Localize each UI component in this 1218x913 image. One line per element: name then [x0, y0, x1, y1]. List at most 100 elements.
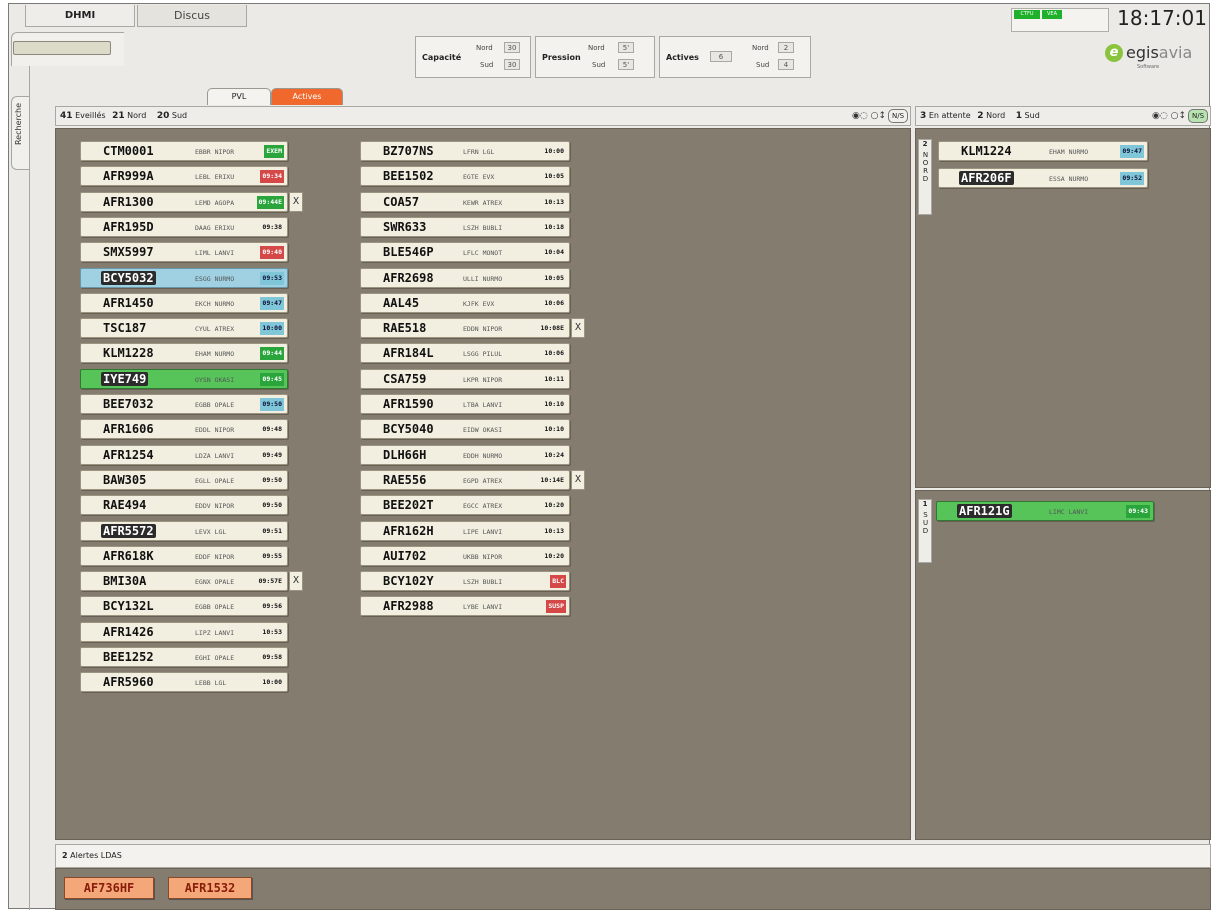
sort-icons[interactable]: ◉◌ ○↕ — [852, 107, 886, 125]
flight-strip[interactable]: TSC187 CYUL ATREX 10:00 — [80, 318, 288, 339]
flight-strip[interactable]: RAE556 EGPD ATREX 10:14E X — [360, 469, 585, 490]
flight-strip[interactable]: AFR1606 EDDL NIPOR 09:48 — [80, 419, 288, 440]
flight-strip[interactable]: SMX5997 LIML LANVI 09:40 — [80, 242, 288, 263]
ns-toggle-button[interactable]: N/S — [888, 109, 908, 123]
callsign: DLH66H — [383, 447, 427, 462]
flight-strip[interactable]: DLH66H EDDH NURMO 10:24 — [360, 444, 570, 465]
tab-actives[interactable]: Actives — [271, 88, 343, 105]
route-info: LTBA LANVI — [463, 401, 503, 409]
led-vea: VEA — [1042, 10, 1062, 19]
actives-nord-value: 2 — [778, 42, 794, 53]
waiting-header: 3 En attente 2 Nord 1 Sud ◉◌ ○↕ N/S — [915, 106, 1211, 126]
flight-strip[interactable]: BCY102Y LSZH BUBLI BLC — [360, 571, 570, 592]
flight-strip[interactable]: BLE546P LFLC MONOT 10:04 — [360, 242, 570, 263]
flight-strip[interactable]: AFR121G LIMC LANVI 09:43 — [936, 501, 1154, 521]
flight-strip[interactable]: AFR206F ESSA NURMO 09:52 — [938, 168, 1148, 188]
led-ctfu: CTFU — [1014, 10, 1040, 19]
flight-strip[interactable]: AFR1450 EKCH NURMO 09:47 — [80, 292, 288, 313]
flight-strip[interactable]: BZ707NS LFRN LGL 10:00 — [360, 141, 570, 161]
tab-discus[interactable]: Discus — [137, 5, 247, 27]
alert-strip[interactable]: AFR1532 — [168, 877, 252, 899]
right-sort-icons[interactable]: ◉◌ ○↕ — [1152, 107, 1186, 125]
flight-strip[interactable]: CTM0001 EBBR NIPOR EXEM — [80, 141, 288, 161]
flight-strip[interactable]: BMI30A EGNX OPALE 09:57E X — [80, 571, 303, 592]
egis-avia-logo: e egisavia Software — [1105, 43, 1205, 74]
flight-strip[interactable]: AFR2988 LYBE LANVI SUSP — [360, 596, 570, 617]
flight-strip[interactable]: IYE749 OYSN OKASI 09:45 — [80, 368, 288, 389]
flight-strip[interactable]: AFR5572 LEVX LGL 09:51 — [80, 520, 288, 541]
flight-strip[interactable]: AFR1254 LDZA LANVI 09:49 — [80, 444, 288, 465]
dhmi-window: DHMI Discus CTFU VEA 18:17:01 Recherche … — [8, 3, 1211, 910]
pvl-strip-board: CTM0001 EBBR NIPOR EXEM AFR999A LEBL ERIXU 09… — [55, 128, 911, 840]
flight-strip[interactable]: AFR195D DAAG ERIXU 09:38 — [80, 216, 288, 237]
alert-strip[interactable]: AF736HF — [64, 877, 154, 899]
flight-strip[interactable]: AFR162H LIPE LANVI 10:13 — [360, 520, 570, 541]
time-tag: 10:00 — [260, 322, 284, 336]
flight-strip[interactable]: AFR1426 LIPZ LANVI 10:53 — [80, 621, 288, 642]
route-info: EBBR NIPOR — [195, 148, 235, 156]
actives-value: 6 — [710, 51, 732, 62]
attente-label: En attente — [928, 111, 971, 120]
capacite-label: Capacité — [422, 53, 462, 62]
strip-extension-icon[interactable]: X — [571, 318, 585, 339]
flight-strip[interactable]: AFR184L LSGG PILUL 10:06 — [360, 343, 570, 364]
flight-strip[interactable]: BEE7032 EGBB OPALE 09:50 — [80, 394, 288, 414]
route-info: EGHI OPALE — [195, 654, 235, 662]
callsign: AFR162H — [383, 523, 434, 538]
tab-dhmi[interactable]: DHMI — [25, 5, 135, 27]
flight-strip[interactable]: COA57 KEWR ATREX 10:13 — [360, 191, 570, 212]
time-tag: 10:04 — [544, 248, 564, 257]
strip-extension-icon[interactable]: X — [289, 191, 303, 212]
flight-strip[interactable]: BAW305 EGLL OPALE 09:50 — [80, 469, 288, 490]
flight-strip[interactable]: BCY132L EGBB OPALE 09:56 — [80, 596, 288, 617]
callsign: BMI30A — [103, 574, 147, 589]
actives-label: Actives — [666, 53, 699, 62]
flight-strip[interactable]: CSA759 LKPR NIPOR 10:11 — [360, 368, 570, 389]
strip-extension-icon[interactable]: X — [571, 469, 585, 490]
flight-strip[interactable]: RAE518 EDDN NIPOR 10:08E X — [360, 318, 585, 339]
time-tag: 10:53 — [262, 627, 282, 636]
flight-strip[interactable]: RAE494 EDDV NIPOR 09:50 — [80, 495, 288, 516]
flight-strip[interactable]: KLM1224 EHAM NURMO 09:47 — [938, 141, 1148, 161]
flight-strip[interactable]: BCY5040 EIDW OKASI 10:10 — [360, 419, 570, 440]
tab-recherche-label: Recherche — [14, 103, 23, 146]
flight-strip[interactable]: SWR633 LSZH BUBLI 10:18 — [360, 216, 570, 237]
flight-strip[interactable]: BEE1502 EGTE EVX 10:05 — [360, 166, 570, 187]
flight-strip[interactable]: BEE202T EGCC ATREX 10:20 — [360, 495, 570, 516]
flight-strip[interactable]: AFR1300 LEMD AGOPA 09:44E X — [80, 191, 303, 212]
callsign: BEE1252 — [103, 650, 154, 664]
flight-strip[interactable]: AFR618K EDDF NIPOR 09:55 — [80, 545, 288, 566]
route-info: LEBB LGL — [195, 679, 227, 688]
flight-strip[interactable]: AUI702 UKBB NIPOR 10:20 — [360, 545, 570, 566]
eveilles-count: 41 — [60, 111, 73, 121]
nord-label: Nord — [127, 111, 147, 120]
route-info: LYBE LANVI — [463, 603, 503, 612]
time-tag: 09:49 — [262, 450, 282, 459]
flight-strip[interactable]: AFR5960 LEBB LGL 10:00 — [80, 672, 288, 693]
callsign: AFR206F — [959, 171, 1014, 185]
nord-side-text: NORD — [921, 151, 930, 183]
time-tag: 09:51 — [262, 526, 282, 535]
callsign: AFR1450 — [103, 295, 154, 310]
flight-strip[interactable]: AAL45 KJFK EVX 10:06 — [360, 292, 570, 313]
tab-recherche[interactable]: Recherche — [11, 96, 29, 170]
search-input[interactable] — [13, 41, 111, 55]
time-tag: 09:47 — [1120, 145, 1144, 158]
tab-pvl[interactable]: PVL — [207, 88, 271, 105]
callsign: AUI702 — [383, 548, 427, 563]
egis-logo-icon: e — [1105, 44, 1123, 62]
time-tag: 10:05 — [544, 273, 564, 282]
route-info: LIML LANVI — [195, 249, 235, 258]
right-ns-toggle-button[interactable]: N/S — [1188, 109, 1208, 123]
flight-strip[interactable]: BEE1252 EGHI OPALE 09:58 — [80, 647, 288, 667]
route-info: LFLC MONOT — [463, 249, 503, 258]
logo-suffix: avia — [1158, 43, 1193, 62]
flight-strip[interactable]: AFR999A LEBL ERIXU 09:34 — [80, 166, 288, 187]
flight-strip[interactable]: AFR2698 ULLI NURMO 10:05 — [360, 267, 570, 288]
flight-strip[interactable]: BCY5032 ESGG NURMO 09:53 — [80, 267, 288, 288]
strip-extension-icon[interactable]: X — [289, 571, 303, 592]
flight-strip[interactable]: KLM1228 EHAM NURMO 09:44 — [80, 343, 288, 364]
route-info: EKCH NURMO — [195, 299, 235, 308]
flight-strip[interactable]: AFR1590 LTBA LANVI 10:10 — [360, 394, 570, 414]
time-tag: 09:58 — [262, 653, 282, 661]
